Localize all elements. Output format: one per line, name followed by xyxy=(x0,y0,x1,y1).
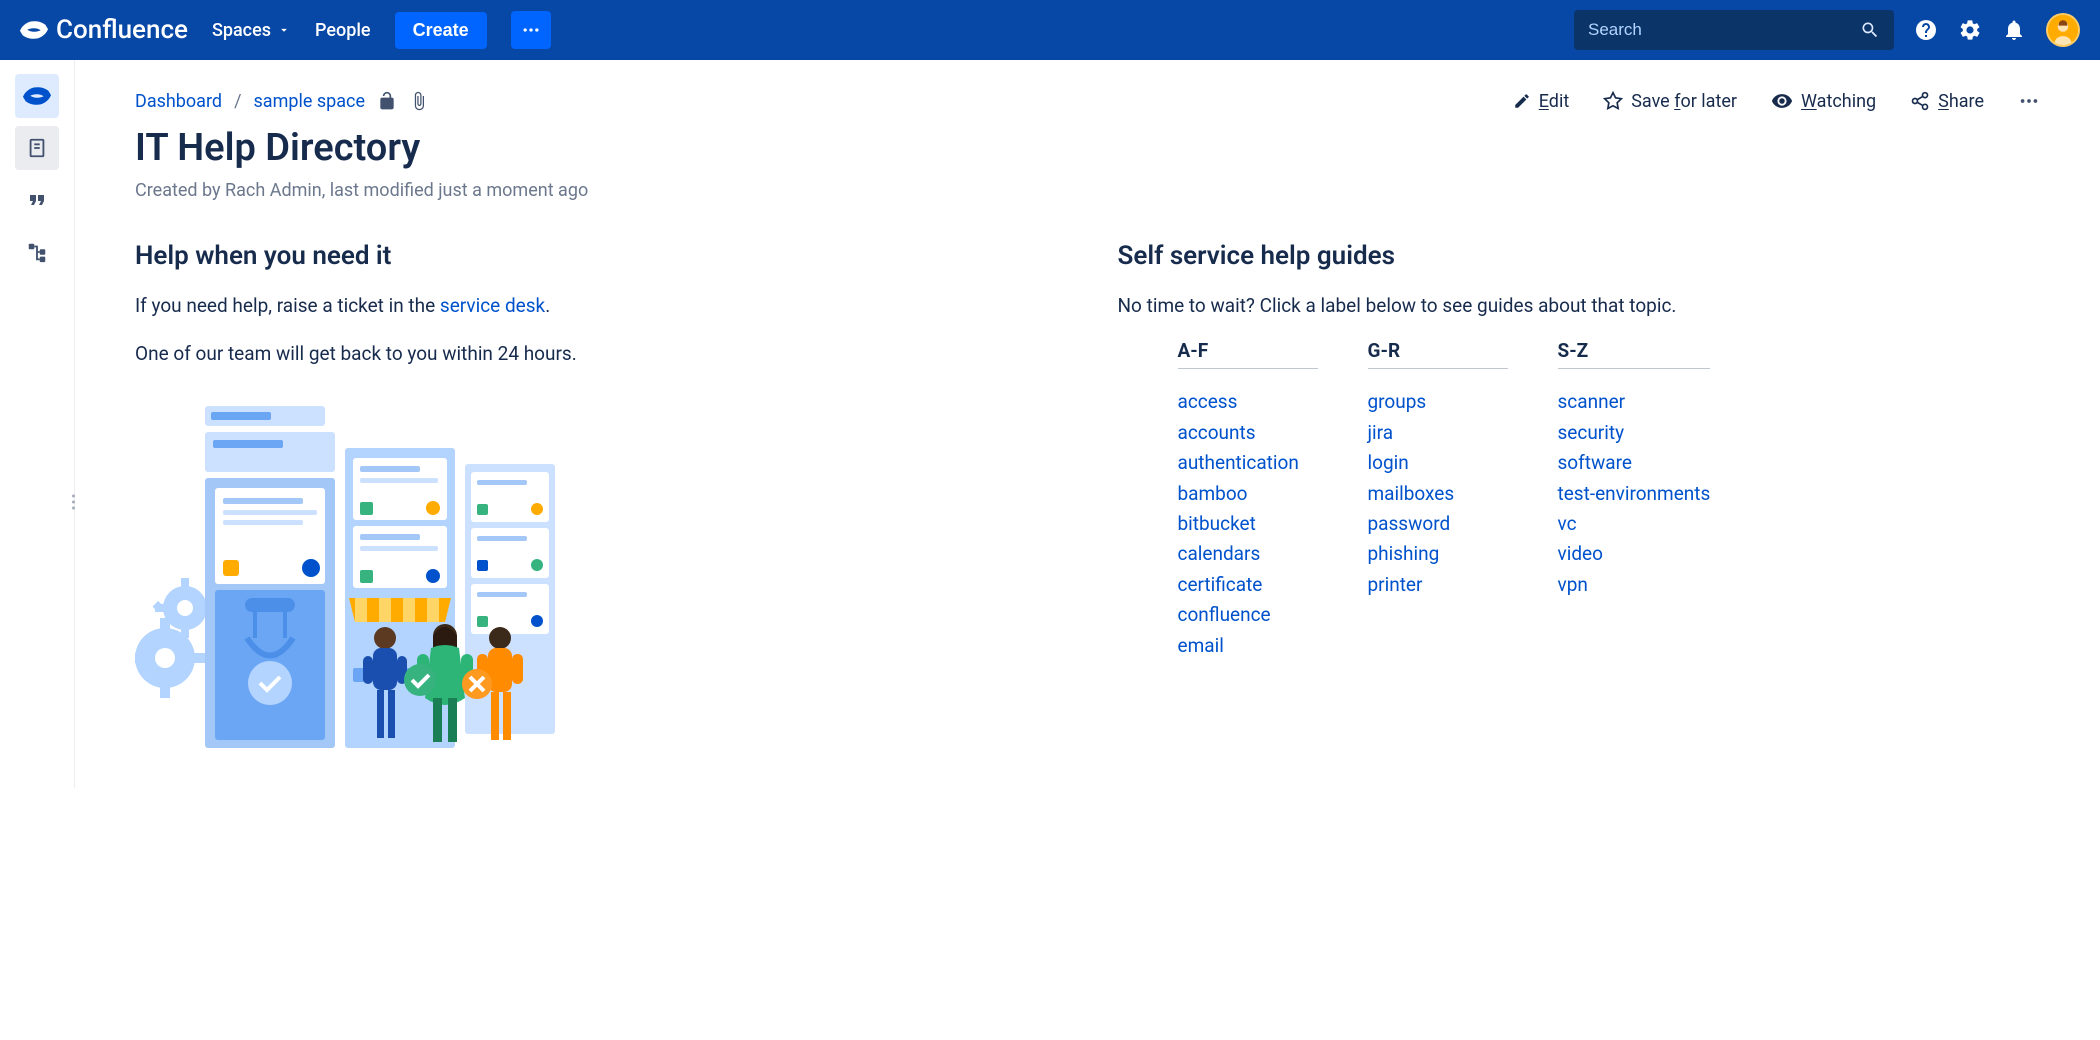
left-p1-pre: If you need help, raise a ticket in the xyxy=(135,294,440,317)
create-more-button[interactable] xyxy=(511,11,551,49)
search-input[interactable] xyxy=(1588,20,1860,40)
page-actions: Edit Save for later Watching Share xyxy=(1513,90,2040,112)
restrictions-icon[interactable] xyxy=(377,91,397,111)
ellipsis-icon xyxy=(521,20,541,40)
right-p1: No time to wait? Click a label below to … xyxy=(1118,291,2041,321)
page-content: Dashboard / sample space Edit Save for l… xyxy=(75,60,2100,788)
watching-action[interactable]: Watching xyxy=(1771,90,1876,112)
label-link[interactable]: email xyxy=(1178,631,1318,661)
confluence-logo[interactable]: Confluence xyxy=(20,15,188,45)
right-column: Self service help guides No time to wait… xyxy=(1118,241,2041,758)
save-for-later-action[interactable]: Save for later xyxy=(1603,91,1737,112)
breadcrumb-space[interactable]: sample space xyxy=(254,91,366,112)
body-columns: Help when you need it If you need help, … xyxy=(135,241,2040,758)
sidebar-pages[interactable] xyxy=(15,126,59,170)
label-link[interactable]: mailboxes xyxy=(1368,479,1508,509)
labels-column: S-Z scannersecuritysoftwaretest-environme… xyxy=(1558,339,1711,661)
label-link[interactable]: printer xyxy=(1368,570,1508,600)
breadcrumb: Dashboard / sample space xyxy=(135,91,429,112)
help-icon[interactable] xyxy=(1914,18,1938,42)
page-header-row: Dashboard / sample space Edit Save for l… xyxy=(135,90,2040,112)
search-icon xyxy=(1860,20,1880,40)
breadcrumb-dashboard[interactable]: Dashboard xyxy=(135,91,222,112)
pencil-icon xyxy=(1513,92,1531,110)
share-action[interactable]: Share xyxy=(1910,91,1984,112)
label-link[interactable]: jira xyxy=(1368,418,1508,448)
search-box[interactable] xyxy=(1574,10,1894,50)
label-link[interactable]: security xyxy=(1558,418,1711,448)
confluence-icon xyxy=(20,16,48,44)
edit-action[interactable]: Edit xyxy=(1513,91,1570,112)
label-link[interactable]: bamboo xyxy=(1178,479,1318,509)
label-link[interactable]: test-environments xyxy=(1558,479,1711,509)
eye-icon xyxy=(1771,90,1793,112)
sidebar xyxy=(0,60,75,788)
attachments-icon[interactable] xyxy=(409,91,429,111)
topbar-right xyxy=(1574,10,2080,50)
label-link[interactable]: groups xyxy=(1368,387,1508,417)
left-heading: Help when you need it xyxy=(135,241,1058,271)
label-link[interactable]: video xyxy=(1558,539,1711,569)
labels-table: A-F accessaccountsauthenticationbamboobit… xyxy=(1118,339,2041,661)
label-link[interactable]: phishing xyxy=(1368,539,1508,569)
label-link[interactable]: confluence xyxy=(1178,600,1318,630)
left-column: Help when you need it If you need help, … xyxy=(135,241,1058,758)
label-link[interactable]: password xyxy=(1368,509,1508,539)
sidebar-tree[interactable] xyxy=(15,230,59,274)
label-link[interactable]: software xyxy=(1558,448,1711,478)
topbar: Confluence Spaces People Create xyxy=(0,0,2100,60)
labels-column-header: A-F xyxy=(1178,339,1318,369)
right-heading: Self service help guides xyxy=(1118,241,2041,271)
sidebar-blog[interactable] xyxy=(15,178,59,222)
page-title: IT Help Directory xyxy=(135,126,2040,170)
ellipsis-icon xyxy=(2018,90,2040,112)
nav-people-label: People xyxy=(315,20,371,41)
create-button[interactable]: Create xyxy=(395,12,487,49)
page-byline: Created by Rach Admin, last modified jus… xyxy=(135,180,2040,201)
notifications-icon[interactable] xyxy=(2002,18,2026,42)
label-link[interactable]: certificate xyxy=(1178,570,1318,600)
label-link[interactable]: calendars xyxy=(1178,539,1318,569)
label-link[interactable]: vpn xyxy=(1558,570,1711,600)
illustration xyxy=(135,388,555,758)
left-p1-post: . xyxy=(545,294,550,317)
label-link[interactable]: authentication xyxy=(1178,448,1318,478)
edit-label: Edit xyxy=(1539,91,1570,112)
left-p2: One of our team will get back to you wit… xyxy=(135,339,1058,369)
chevron-down-icon xyxy=(277,23,291,37)
more-actions[interactable] xyxy=(2018,90,2040,112)
label-link[interactable]: vc xyxy=(1558,509,1711,539)
label-link[interactable]: bitbucket xyxy=(1178,509,1318,539)
breadcrumb-separator: / xyxy=(234,91,241,112)
share-icon xyxy=(1910,91,1930,111)
settings-icon[interactable] xyxy=(1958,18,1982,42)
service-desk-link[interactable]: service desk xyxy=(440,294,545,317)
labels-column: A-F accessaccountsauthenticationbamboobit… xyxy=(1178,339,1318,661)
save-label: Save for later xyxy=(1631,91,1737,112)
product-name: Confluence xyxy=(56,15,188,45)
nav-people[interactable]: People xyxy=(315,20,371,41)
label-link[interactable]: accounts xyxy=(1178,418,1318,448)
labels-column-header: S-Z xyxy=(1558,339,1711,369)
labels-column-header: G-R xyxy=(1368,339,1508,369)
left-p1: If you need help, raise a ticket in the … xyxy=(135,291,1058,321)
labels-column: G-R groupsjiraloginmailboxespasswordphish… xyxy=(1368,339,1508,661)
user-avatar[interactable] xyxy=(2046,13,2080,47)
watching-label: Watching xyxy=(1801,91,1876,112)
label-link[interactable]: scanner xyxy=(1558,387,1711,417)
nav-spaces[interactable]: Spaces xyxy=(212,20,291,41)
main-wrap: Dashboard / sample space Edit Save for l… xyxy=(0,60,2100,788)
nav-spaces-label: Spaces xyxy=(212,20,271,41)
topbar-left: Confluence Spaces People Create xyxy=(20,11,551,49)
label-link[interactable]: login xyxy=(1368,448,1508,478)
share-label: Share xyxy=(1938,91,1984,112)
label-link[interactable]: access xyxy=(1178,387,1318,417)
star-icon xyxy=(1603,91,1623,111)
sidebar-space-logo[interactable] xyxy=(15,74,59,118)
